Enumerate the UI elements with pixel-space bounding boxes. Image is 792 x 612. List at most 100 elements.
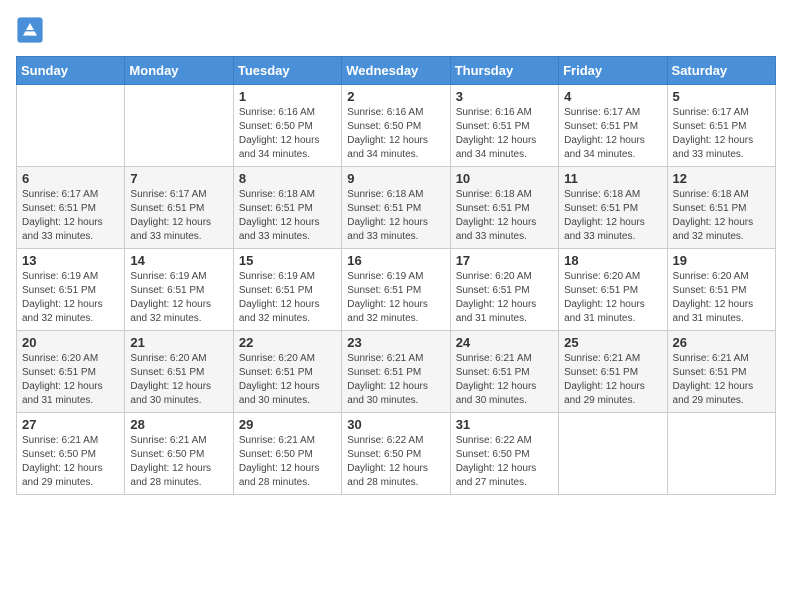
day-number: 8 <box>239 171 336 186</box>
day-number: 16 <box>347 253 444 268</box>
calendar-cell: 31 Sunrise: 6:22 AM Sunset: 6:50 PM Dayli… <box>450 413 558 495</box>
day-number: 31 <box>456 417 553 432</box>
day-info: Sunrise: 6:20 AM Sunset: 6:51 PM Dayligh… <box>239 352 336 408</box>
day-number: 19 <box>673 253 770 268</box>
day-number: 4 <box>564 89 661 104</box>
header-thursday: Thursday <box>450 57 558 85</box>
day-number: 3 <box>456 89 553 104</box>
day-info: Sunrise: 6:18 AM Sunset: 6:51 PM Dayligh… <box>347 188 444 244</box>
calendar-week-3: 13 Sunrise: 6:19 AM Sunset: 6:51 PM Dayli… <box>17 249 776 331</box>
day-info: Sunrise: 6:19 AM Sunset: 6:51 PM Dayligh… <box>347 270 444 326</box>
day-info: Sunrise: 6:20 AM Sunset: 6:51 PM Dayligh… <box>564 270 661 326</box>
day-info: Sunrise: 6:18 AM Sunset: 6:51 PM Dayligh… <box>456 188 553 244</box>
calendar-cell: 27 Sunrise: 6:21 AM Sunset: 6:50 PM Dayli… <box>17 413 125 495</box>
header-monday: Monday <box>125 57 233 85</box>
calendar-cell: 15 Sunrise: 6:19 AM Sunset: 6:51 PM Dayli… <box>233 249 341 331</box>
day-number: 23 <box>347 335 444 350</box>
header-wednesday: Wednesday <box>342 57 450 85</box>
logo <box>16 16 48 44</box>
day-info: Sunrise: 6:19 AM Sunset: 6:51 PM Dayligh… <box>130 270 227 326</box>
day-info: Sunrise: 6:17 AM Sunset: 6:51 PM Dayligh… <box>130 188 227 244</box>
calendar-cell: 14 Sunrise: 6:19 AM Sunset: 6:51 PM Dayli… <box>125 249 233 331</box>
day-number: 7 <box>130 171 227 186</box>
day-number: 20 <box>22 335 119 350</box>
day-info: Sunrise: 6:21 AM Sunset: 6:51 PM Dayligh… <box>456 352 553 408</box>
calendar-week-1: 1 Sunrise: 6:16 AM Sunset: 6:50 PM Daylig… <box>17 85 776 167</box>
header-sunday: Sunday <box>17 57 125 85</box>
calendar-week-5: 27 Sunrise: 6:21 AM Sunset: 6:50 PM Dayli… <box>17 413 776 495</box>
day-number: 6 <box>22 171 119 186</box>
day-info: Sunrise: 6:20 AM Sunset: 6:51 PM Dayligh… <box>130 352 227 408</box>
calendar-cell: 22 Sunrise: 6:20 AM Sunset: 6:51 PM Dayli… <box>233 331 341 413</box>
calendar-cell: 2Sunrise: 6:16 AM Sunset: 6:50 PM Daylig… <box>342 85 450 167</box>
day-number: 1 <box>239 89 336 104</box>
day-number: 13 <box>22 253 119 268</box>
calendar-cell: 23 Sunrise: 6:21 AM Sunset: 6:51 PM Dayli… <box>342 331 450 413</box>
day-info: Sunrise: 6:18 AM Sunset: 6:51 PM Dayligh… <box>239 188 336 244</box>
day-info: Sunrise: 6:22 AM Sunset: 6:50 PM Dayligh… <box>347 434 444 490</box>
header-tuesday: Tuesday <box>233 57 341 85</box>
calendar-cell <box>17 85 125 167</box>
day-info: Sunrise: 6:17 AM Sunset: 6:51 PM Dayligh… <box>673 106 770 162</box>
calendar-cell: 16 Sunrise: 6:19 AM Sunset: 6:51 PM Dayli… <box>342 249 450 331</box>
calendar-week-4: 20 Sunrise: 6:20 AM Sunset: 6:51 PM Dayli… <box>17 331 776 413</box>
calendar-cell: 25 Sunrise: 6:21 AM Sunset: 6:51 PM Dayli… <box>559 331 667 413</box>
day-number: 5 <box>673 89 770 104</box>
day-number: 25 <box>564 335 661 350</box>
calendar-cell <box>667 413 775 495</box>
day-number: 30 <box>347 417 444 432</box>
day-number: 27 <box>22 417 119 432</box>
calendar-cell: 29 Sunrise: 6:21 AM Sunset: 6:50 PM Dayli… <box>233 413 341 495</box>
calendar-cell: 3Sunrise: 6:16 AM Sunset: 6:51 PM Daylig… <box>450 85 558 167</box>
day-info: Sunrise: 6:21 AM Sunset: 6:51 PM Dayligh… <box>673 352 770 408</box>
day-info: Sunrise: 6:18 AM Sunset: 6:51 PM Dayligh… <box>564 188 661 244</box>
day-number: 15 <box>239 253 336 268</box>
day-info: Sunrise: 6:17 AM Sunset: 6:51 PM Dayligh… <box>564 106 661 162</box>
calendar-cell: 20Sunrise: 6:20 AM Sunset: 6:51 PM Dayli… <box>17 331 125 413</box>
day-number: 26 <box>673 335 770 350</box>
day-info: Sunrise: 6:19 AM Sunset: 6:51 PM Dayligh… <box>22 270 119 326</box>
day-info: Sunrise: 6:22 AM Sunset: 6:50 PM Dayligh… <box>456 434 553 490</box>
day-number: 22 <box>239 335 336 350</box>
calendar-cell <box>125 85 233 167</box>
calendar-cell: 30 Sunrise: 6:22 AM Sunset: 6:50 PM Dayli… <box>342 413 450 495</box>
day-info: Sunrise: 6:16 AM Sunset: 6:50 PM Dayligh… <box>347 106 444 162</box>
calendar-cell: 17 Sunrise: 6:20 AM Sunset: 6:51 PM Dayli… <box>450 249 558 331</box>
day-number: 21 <box>130 335 227 350</box>
header-saturday: Saturday <box>667 57 775 85</box>
day-info: Sunrise: 6:21 AM Sunset: 6:50 PM Dayligh… <box>130 434 227 490</box>
header-friday: Friday <box>559 57 667 85</box>
calendar-cell: 7 Sunrise: 6:17 AM Sunset: 6:51 PM Daylig… <box>125 167 233 249</box>
calendar-week-2: 6 Sunrise: 6:17 AM Sunset: 6:51 PM Daylig… <box>17 167 776 249</box>
logo-icon <box>16 16 44 44</box>
page-header <box>16 16 776 44</box>
day-number: 29 <box>239 417 336 432</box>
day-info: Sunrise: 6:21 AM Sunset: 6:51 PM Dayligh… <box>564 352 661 408</box>
calendar-cell: 5 Sunrise: 6:17 AM Sunset: 6:51 PM Daylig… <box>667 85 775 167</box>
day-number: 28 <box>130 417 227 432</box>
calendar-cell: 26 Sunrise: 6:21 AM Sunset: 6:51 PM Dayli… <box>667 331 775 413</box>
calendar-cell: 4 Sunrise: 6:17 AM Sunset: 6:51 PM Daylig… <box>559 85 667 167</box>
calendar-cell: 10Sunrise: 6:18 AM Sunset: 6:51 PM Dayli… <box>450 167 558 249</box>
calendar-cell: 9Sunrise: 6:18 AM Sunset: 6:51 PM Daylig… <box>342 167 450 249</box>
calendar-cell: 6 Sunrise: 6:17 AM Sunset: 6:51 PM Daylig… <box>17 167 125 249</box>
calendar-cell: 21 Sunrise: 6:20 AM Sunset: 6:51 PM Dayli… <box>125 331 233 413</box>
day-number: 17 <box>456 253 553 268</box>
day-info: Sunrise: 6:21 AM Sunset: 6:50 PM Dayligh… <box>22 434 119 490</box>
day-info: Sunrise: 6:21 AM Sunset: 6:51 PM Dayligh… <box>347 352 444 408</box>
calendar-cell: 13 Sunrise: 6:19 AM Sunset: 6:51 PM Dayli… <box>17 249 125 331</box>
calendar-header-row: SundayMondayTuesdayWednesdayThursdayFrid… <box>17 57 776 85</box>
calendar-cell: 18Sunrise: 6:20 AM Sunset: 6:51 PM Dayli… <box>559 249 667 331</box>
day-number: 14 <box>130 253 227 268</box>
calendar-cell: 24Sunrise: 6:21 AM Sunset: 6:51 PM Dayli… <box>450 331 558 413</box>
day-number: 11 <box>564 171 661 186</box>
calendar-cell <box>559 413 667 495</box>
day-info: Sunrise: 6:17 AM Sunset: 6:51 PM Dayligh… <box>22 188 119 244</box>
day-info: Sunrise: 6:19 AM Sunset: 6:51 PM Dayligh… <box>239 270 336 326</box>
day-info: Sunrise: 6:21 AM Sunset: 6:50 PM Dayligh… <box>239 434 336 490</box>
calendar-cell: 28 Sunrise: 6:21 AM Sunset: 6:50 PM Dayli… <box>125 413 233 495</box>
day-number: 12 <box>673 171 770 186</box>
day-info: Sunrise: 6:20 AM Sunset: 6:51 PM Dayligh… <box>456 270 553 326</box>
calendar-cell: 19Sunrise: 6:20 AM Sunset: 6:51 PM Dayli… <box>667 249 775 331</box>
calendar-cell: 8 Sunrise: 6:18 AM Sunset: 6:51 PM Daylig… <box>233 167 341 249</box>
